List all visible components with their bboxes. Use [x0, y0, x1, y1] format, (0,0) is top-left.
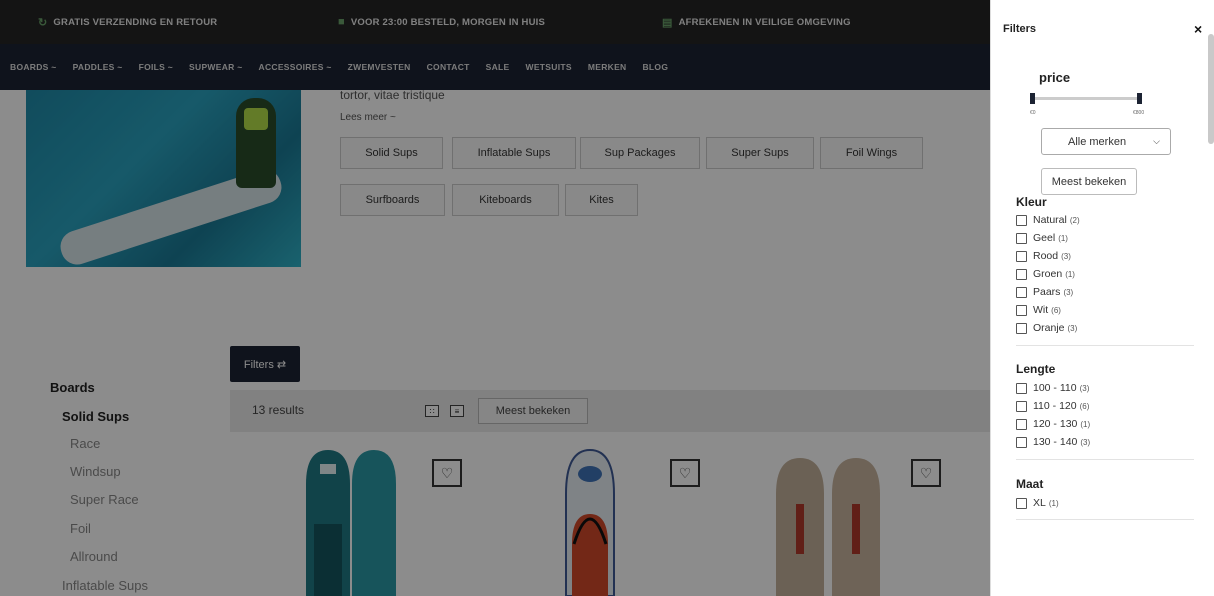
filter-group-kleur: Kleur [1016, 195, 1047, 209]
filter-option-natural[interactable]: Natural (2) [1016, 214, 1080, 226]
price-max-handle[interactable] [1137, 93, 1142, 104]
filter-option-paars[interactable]: Paars (3) [1016, 286, 1073, 298]
filter-option-oranje[interactable]: Oranje (3) [1016, 322, 1077, 334]
chevron-down-icon: ⌵ [1153, 136, 1160, 146]
sort-button[interactable]: Meest bekeken [478, 398, 588, 424]
nav-item-blog[interactable]: BLOG [642, 62, 668, 72]
promo-text: AFREKENEN IN VEILIGE OMGEVING [678, 16, 851, 28]
product-image-race-board[interactable] [558, 444, 622, 596]
checkbox[interactable] [1016, 286, 1027, 298]
promo-text: GRATIS VERZENDING EN RETOUR [53, 16, 218, 28]
category-kiteboards[interactable]: Kiteboards [452, 184, 559, 216]
filter-group-lengte: Lengte [1016, 362, 1056, 376]
price-title: price [1039, 70, 1071, 85]
checkbox[interactable] [1016, 214, 1027, 226]
promo-text: VOOR 23:00 BESTELD, MORGEN IN HUIS [350, 16, 546, 28]
category-super-sups[interactable]: Super Sups [706, 137, 814, 169]
sidebar-item-inflatable-sups[interactable]: Inflatable Sups [62, 578, 148, 593]
grid-view-icon[interactable]: ∷ [425, 405, 439, 417]
price-max-label: €800 [1133, 110, 1145, 116]
nav-item-zwemvesten[interactable]: ZWEMVESTEN [348, 62, 411, 72]
divider [1016, 519, 1194, 520]
close-icon[interactable]: × [1194, 21, 1202, 37]
checkbox[interactable] [1016, 400, 1027, 412]
filter-option-groen[interactable]: Groen (1) [1016, 268, 1075, 280]
wishlist-heart-icon[interactable]: ♡ [670, 459, 700, 487]
filters-button[interactable]: Filters ⇄ [230, 346, 300, 382]
promo-item-delivery: ■ VOOR 23:00 BESTELD, MORGEN IN HUIS [338, 0, 545, 44]
wishlist-heart-icon[interactable]: ♡ [911, 459, 941, 487]
checkbox[interactable] [1016, 436, 1027, 448]
product-image-wood-boards[interactable] [770, 444, 890, 596]
page: ↻ GRATIS VERZENDING EN RETOUR ■ VOOR 23:… [0, 0, 1214, 596]
nav-item-accessoires[interactable]: ACCESSOIRES ~ [259, 62, 332, 72]
results-count: 13 results [252, 403, 305, 417]
promo-item-shipping: ↻ GRATIS VERZENDING EN RETOUR [38, 0, 217, 44]
checkbox[interactable] [1016, 418, 1027, 430]
nav-item-paddles[interactable]: PADDLES ~ [73, 62, 123, 72]
sidebar-item-super-race[interactable]: Super Race [70, 492, 139, 507]
panel-sort-button[interactable]: Meest bekeken [1041, 168, 1137, 195]
filter-option-130-140[interactable]: 130 - 140 (3) [1016, 436, 1090, 448]
sidebar-item-solid-sups[interactable]: Solid Sups [62, 409, 129, 424]
filter-group-maat: Maat [1016, 477, 1044, 491]
results-bar [230, 390, 990, 432]
category-kites[interactable]: Kites [565, 184, 638, 216]
category-solid-sups[interactable]: Solid Sups [340, 137, 443, 169]
category-surfboards[interactable]: Surfboards [340, 184, 445, 216]
nav-item-supwear[interactable]: SUPWEAR ~ [189, 62, 242, 72]
price-min-label: €0 [1030, 110, 1036, 116]
nav-item-boards[interactable]: BOARDS ~ [10, 62, 57, 72]
checkbox[interactable] [1016, 322, 1027, 334]
hero-image [26, 90, 301, 267]
panel-title: Filters [1003, 23, 1037, 35]
cart-icon: ▤ [662, 16, 673, 29]
price-min-handle[interactable] [1030, 93, 1035, 104]
nav-item-sale[interactable]: SALE [486, 62, 510, 72]
filter-option-rood[interactable]: Rood (3) [1016, 250, 1071, 262]
checkbox[interactable] [1016, 304, 1027, 316]
category-foil-wings[interactable]: Foil Wings [820, 137, 923, 169]
filter-option-wit[interactable]: Wit (6) [1016, 304, 1061, 316]
sidebar-item-windsup[interactable]: Windsup [70, 464, 121, 479]
checkbox[interactable] [1016, 382, 1027, 394]
nav-item-foils[interactable]: FOILS ~ [139, 62, 173, 72]
product-image-aqua-marina[interactable] [300, 444, 400, 596]
sidebar-item-foil[interactable]: Foil [70, 521, 91, 536]
brand-select[interactable]: Alle merken ⌵ [1041, 128, 1171, 155]
checkbox[interactable] [1016, 250, 1027, 262]
list-view-icon[interactable]: ≡ [450, 405, 464, 417]
sidebar-item-allround[interactable]: Allround [70, 549, 118, 564]
hero-description: tortor, vitae tristique [340, 88, 445, 102]
truck-icon: ■ [338, 16, 345, 28]
price-slider-track[interactable] [1032, 97, 1140, 100]
filter-option-xl[interactable]: XL (1) [1016, 497, 1059, 509]
nav-item-wetsuits[interactable]: WETSUITS [526, 62, 572, 72]
filter-panel: Filters × price €0 €800 Alle merken ⌵ Me… [990, 0, 1214, 596]
refresh-icon: ↻ [38, 16, 48, 29]
promo-item-checkout: ▤ AFREKENEN IN VEILIGE OMGEVING [662, 0, 851, 44]
wishlist-heart-icon[interactable]: ♡ [432, 459, 462, 487]
sidebar-item-race[interactable]: Race [70, 436, 100, 451]
checkbox[interactable] [1016, 232, 1027, 244]
sidebar-title[interactable]: Boards [50, 380, 95, 395]
checkbox[interactable] [1016, 497, 1027, 509]
category-sup-packages[interactable]: Sup Packages [580, 137, 700, 169]
filter-option-geel[interactable]: Geel (1) [1016, 232, 1068, 244]
category-inflatable-sups[interactable]: Inflatable Sups [452, 137, 576, 169]
divider [1016, 345, 1194, 346]
checkbox[interactable] [1016, 268, 1027, 280]
read-more-link[interactable]: Lees meer ~ [340, 112, 396, 123]
nav-item-merken[interactable]: MERKEN [588, 62, 627, 72]
filter-option-100-110[interactable]: 100 - 110 (3) [1016, 382, 1089, 394]
filter-option-120-130[interactable]: 120 - 130 (1) [1016, 418, 1090, 430]
filter-option-110-120[interactable]: 110 - 120 (6) [1016, 400, 1089, 412]
scrollbar[interactable] [1208, 34, 1214, 144]
divider [1016, 459, 1194, 460]
nav-item-contact[interactable]: CONTACT [427, 62, 470, 72]
brand-select-value: Alle merken [1068, 135, 1127, 148]
